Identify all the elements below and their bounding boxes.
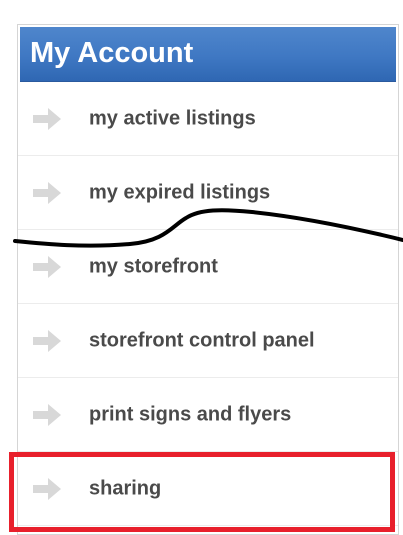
menu-item-storefront-control-panel[interactable]: storefront control panel [18,304,398,378]
menu-item-label: my expired listings [89,181,271,203]
arrow-right-icon [33,477,61,500]
menu-item-label: sharing [89,477,162,499]
menu-item-my-expired-listings[interactable]: my expired listings [18,156,398,230]
arrow-right-icon [33,181,61,204]
arrow-right-icon [33,255,61,278]
menu-item-label: storefront control panel [89,329,315,351]
arrow-right-icon [33,329,61,352]
arrow-right-icon [33,403,61,426]
menu-item-label: print signs and flyers [89,403,292,425]
menu-item-my-active-listings[interactable]: my active listings [18,82,398,156]
menu-item-sharing[interactable]: sharing [18,452,398,526]
menu-item-print-signs-and-flyers[interactable]: print signs and flyers [18,378,398,452]
menu-item-label: my storefront [89,255,218,277]
menu-item-label: my active listings [89,107,256,129]
my-account-panel: My Account my active listings my expired… [17,24,399,535]
account-menu: my active listings my expired listings m… [18,82,398,526]
panel-title: My Account [30,37,194,69]
menu-item-my-storefront[interactable]: my storefront [18,230,398,304]
panel-header: My Account [20,27,396,82]
arrow-right-icon [33,107,61,130]
